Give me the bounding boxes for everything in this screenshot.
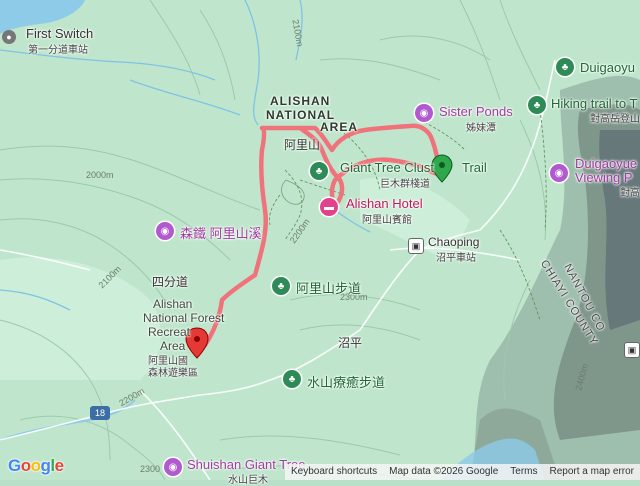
chaoping-label[interactable]: Chaoping	[428, 235, 479, 249]
sister-ponds-zh-label: 姊妹潭	[466, 123, 496, 134]
park-icon[interactable]: ♣	[272, 277, 290, 295]
keyboard-shortcuts-link[interactable]: Keyboard shortcuts	[285, 464, 383, 480]
hiking-trail-label[interactable]: Hiking trail to T	[551, 96, 637, 111]
map-footer: Keyboard shortcuts Map data ©2026 Google…	[284, 464, 640, 480]
sister-ponds-label[interactable]: Sister Ponds	[439, 104, 513, 119]
park-icon[interactable]: ♣	[528, 96, 546, 114]
camera-icon[interactable]: ◉	[156, 222, 174, 240]
area-title-zh: 阿里山	[284, 138, 321, 152]
recreation-label-3: Recreat	[148, 325, 191, 339]
shuishan-giant-zh-label: 水山巨木	[228, 475, 268, 486]
area-title-3: AREA	[320, 120, 359, 134]
report-error-link[interactable]: Report a map error	[544, 464, 640, 480]
first-switch-zh-label: 第一分道車站	[28, 45, 88, 56]
bus-station-icon[interactable]: ▣	[624, 342, 640, 358]
area-title-1: ALISHAN	[270, 94, 331, 108]
park-icon[interactable]: ♣	[310, 162, 328, 180]
alishan-hotel-zh-label: 阿里山賓館	[362, 215, 412, 226]
camera-icon[interactable]: ◉	[164, 458, 182, 476]
giant-tree-zh-label: 巨木群棧道	[380, 179, 430, 190]
terms-link[interactable]: Terms	[504, 464, 543, 480]
google-logo: Google	[8, 456, 64, 475]
hiking-trail-zh-label: 對高岳登山	[590, 114, 640, 125]
sifendao-label: 四分道	[152, 275, 189, 289]
zhaoping-label: 沼平	[338, 336, 363, 350]
giant-tree-label[interactable]: Giant Tree Clust	[340, 160, 434, 175]
alishan-hotel-label[interactable]: Alishan Hotel	[346, 196, 423, 211]
first-switch-label[interactable]: First Switch	[26, 26, 93, 41]
elevation-label: 2300	[140, 464, 161, 474]
bus-station-icon[interactable]: ▣	[408, 238, 424, 254]
station-icon[interactable]: ●	[2, 30, 16, 44]
recreation-zh-2: 森林遊樂區	[148, 368, 198, 379]
elevation-label: 2000m	[86, 170, 114, 180]
hotel-icon[interactable]: ▬	[320, 198, 338, 216]
park-icon[interactable]: ♣	[556, 58, 574, 76]
map-data-text: Map data ©2026 Google	[389, 466, 499, 477]
shuishan-trail-label[interactable]: 水山療癒步道	[307, 372, 385, 391]
duigaoyue-label[interactable]: Duigaoyu	[580, 60, 635, 75]
viewing-label-2[interactable]: Viewing P	[575, 170, 633, 185]
giant-tree-label-tail[interactable]: Trail	[462, 160, 487, 175]
viewing-zh-label: 對高	[620, 188, 640, 199]
viewing-label-1[interactable]: Duigaoyue	[575, 156, 637, 171]
camera-icon[interactable]: ◉	[415, 104, 433, 122]
recreation-label-2: National Forest	[143, 311, 225, 325]
camera-icon[interactable]: ◉	[550, 164, 568, 182]
recreation-label-4: Area	[160, 339, 186, 353]
park-icon[interactable]: ♣	[283, 370, 301, 388]
road-18-shield: 18	[90, 406, 110, 420]
forest-rail-label[interactable]: 森鐵 阿里山溪	[180, 223, 262, 242]
chaoping-zh-label: 沼平車站	[436, 253, 476, 264]
alishan-trail-label[interactable]: 阿里山步道	[296, 278, 361, 297]
recreation-label-1: Alishan	[153, 297, 193, 311]
